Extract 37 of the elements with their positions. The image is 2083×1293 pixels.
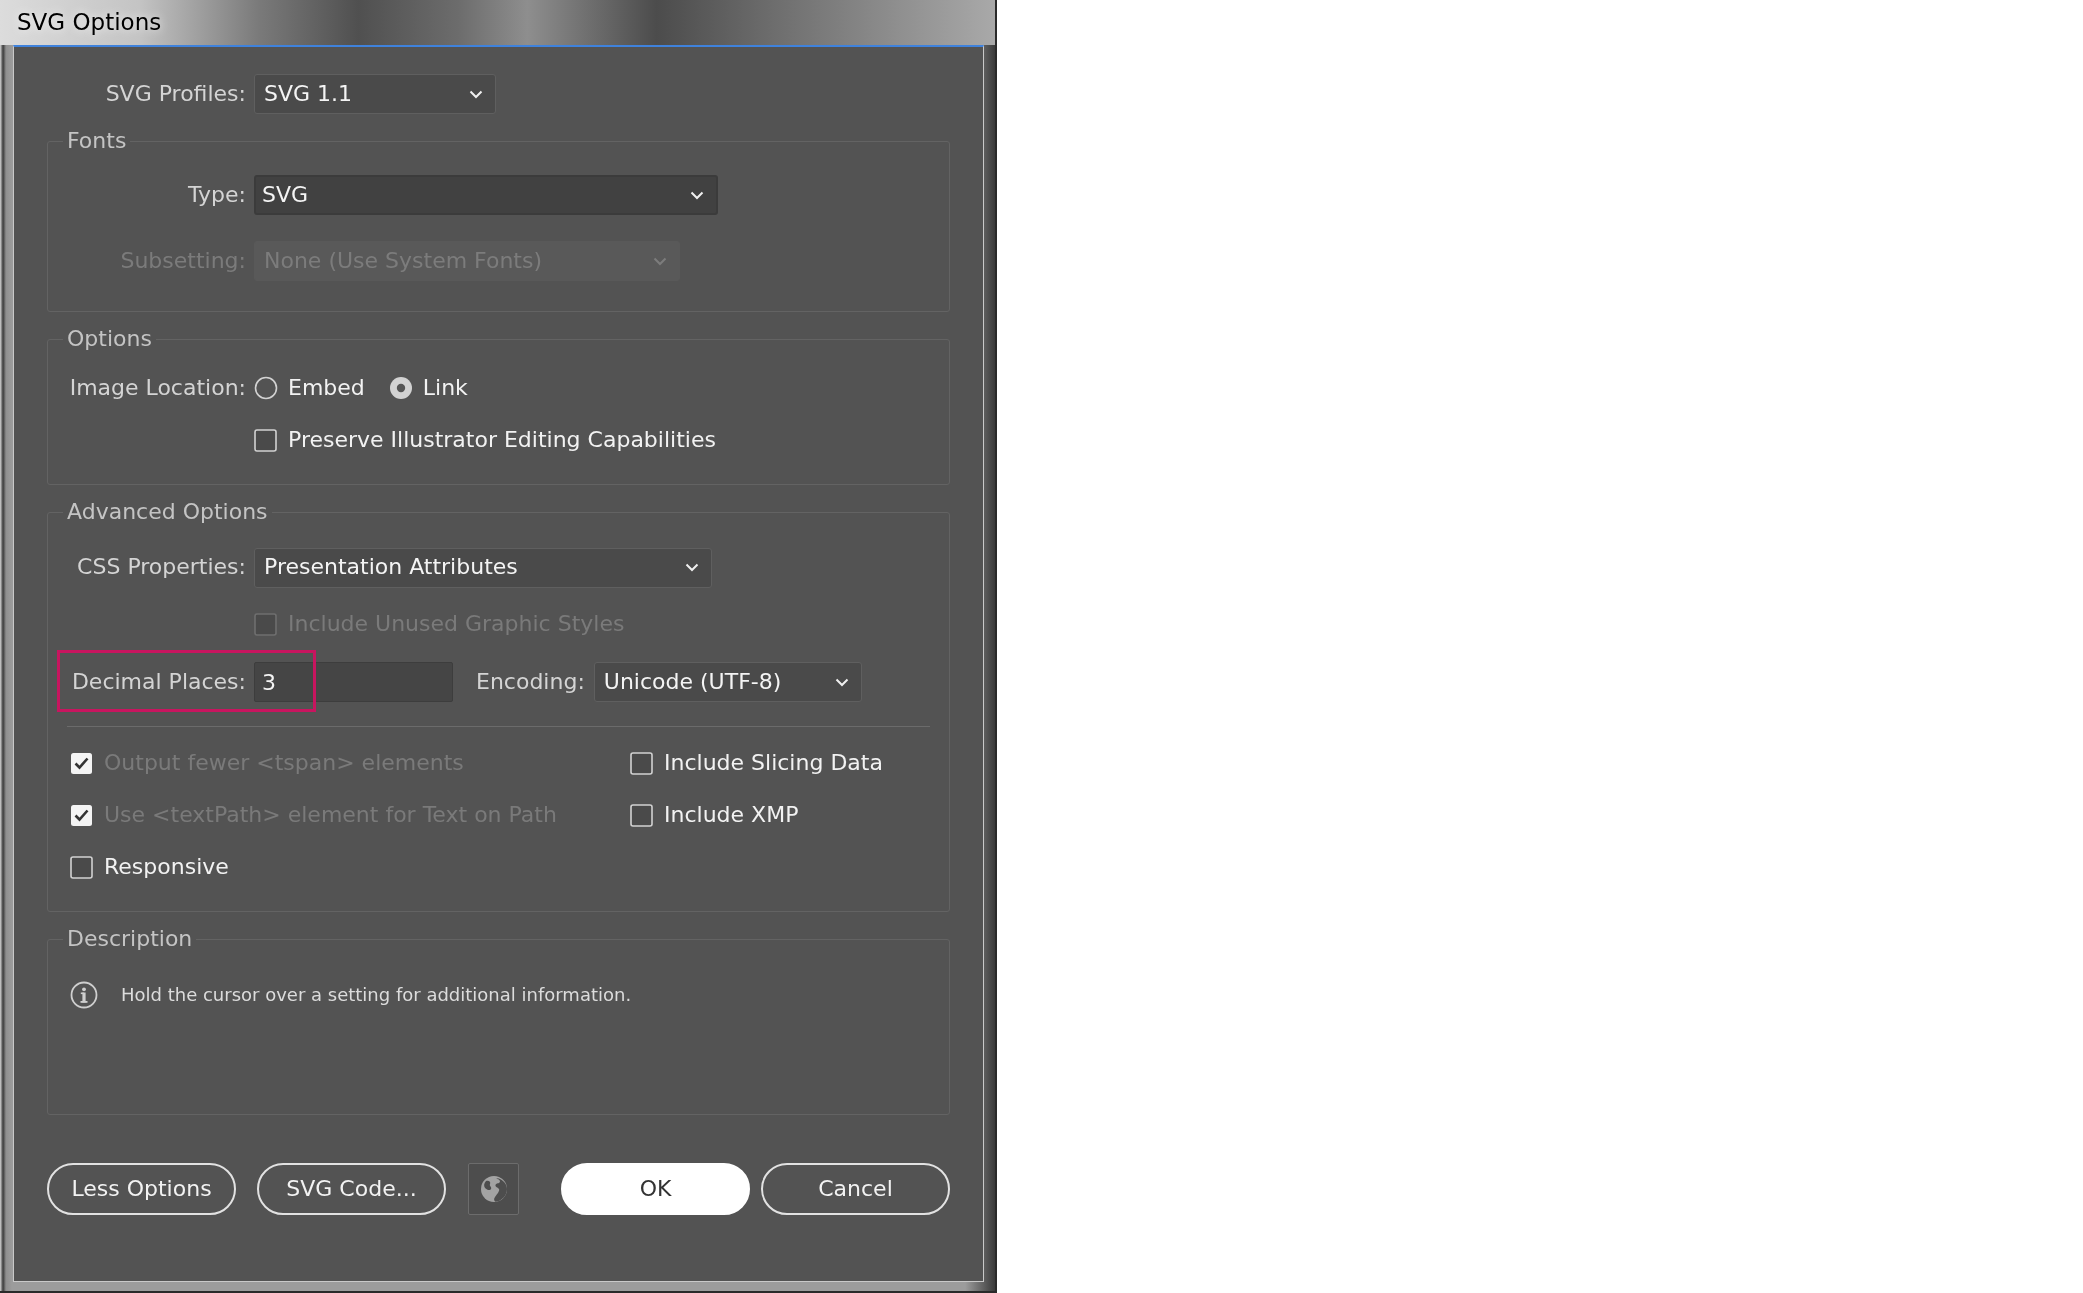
chevron-down-icon bbox=[834, 677, 849, 687]
group-title: Options bbox=[66, 325, 153, 353]
field-label: CSS Properties: bbox=[76, 554, 246, 581]
globe-button[interactable] bbox=[468, 1163, 519, 1215]
field-label: Decimal Places: bbox=[70, 668, 246, 696]
info-icon bbox=[70, 981, 98, 1009]
css-properties-dropdown[interactable]: Presentation Attributes bbox=[254, 547, 712, 588]
group-title: Fonts bbox=[66, 127, 128, 155]
decimal-places-field[interactable]: 3 bbox=[254, 662, 453, 702]
dialog-button[interactable]: SVG Code... bbox=[257, 1163, 446, 1215]
ok-button[interactable]: OK bbox=[561, 1163, 750, 1215]
field-label: Image Location: bbox=[68, 374, 246, 402]
checkbox-label: Include XMP bbox=[664, 801, 799, 829]
font-type-dropdown[interactable]: SVG bbox=[254, 175, 718, 215]
dialog-button[interactable]: Less Options bbox=[47, 1163, 236, 1215]
checkbox-label: Include Slicing Data bbox=[664, 749, 883, 777]
checkbox-label: Preserve Illustrator Editing Capabilities bbox=[288, 426, 716, 454]
radio-button[interactable] bbox=[254, 376, 278, 400]
chevron-down-icon bbox=[653, 256, 667, 266]
chevron-down-icon bbox=[690, 190, 704, 200]
group-title: Advanced Options bbox=[66, 498, 269, 526]
window-title: SVG Options bbox=[17, 8, 162, 37]
field-label: Type: bbox=[187, 181, 246, 209]
checkbox-label: Responsive bbox=[104, 853, 229, 881]
profile-dropdown[interactable]: SVG 1.1 bbox=[254, 74, 496, 114]
description-text: Hold the cursor over a setting for additional information. bbox=[121, 984, 632, 1006]
radio-button[interactable] bbox=[388, 376, 413, 400]
dialog-button[interactable]: Cancel bbox=[761, 1163, 950, 1215]
chevron-down-icon bbox=[469, 89, 483, 99]
chevron-down-icon bbox=[685, 563, 699, 572]
encoding-dropdown[interactable]: Unicode (UTF-8) bbox=[593, 662, 862, 702]
field-label: Encoding: bbox=[476, 668, 585, 696]
globe-icon bbox=[479, 1175, 508, 1203]
radio-label: Embed bbox=[288, 374, 365, 402]
field-label: SVG Profiles: bbox=[104, 80, 246, 108]
radio-label: Link bbox=[422, 374, 468, 402]
group-title: Description bbox=[66, 925, 194, 953]
